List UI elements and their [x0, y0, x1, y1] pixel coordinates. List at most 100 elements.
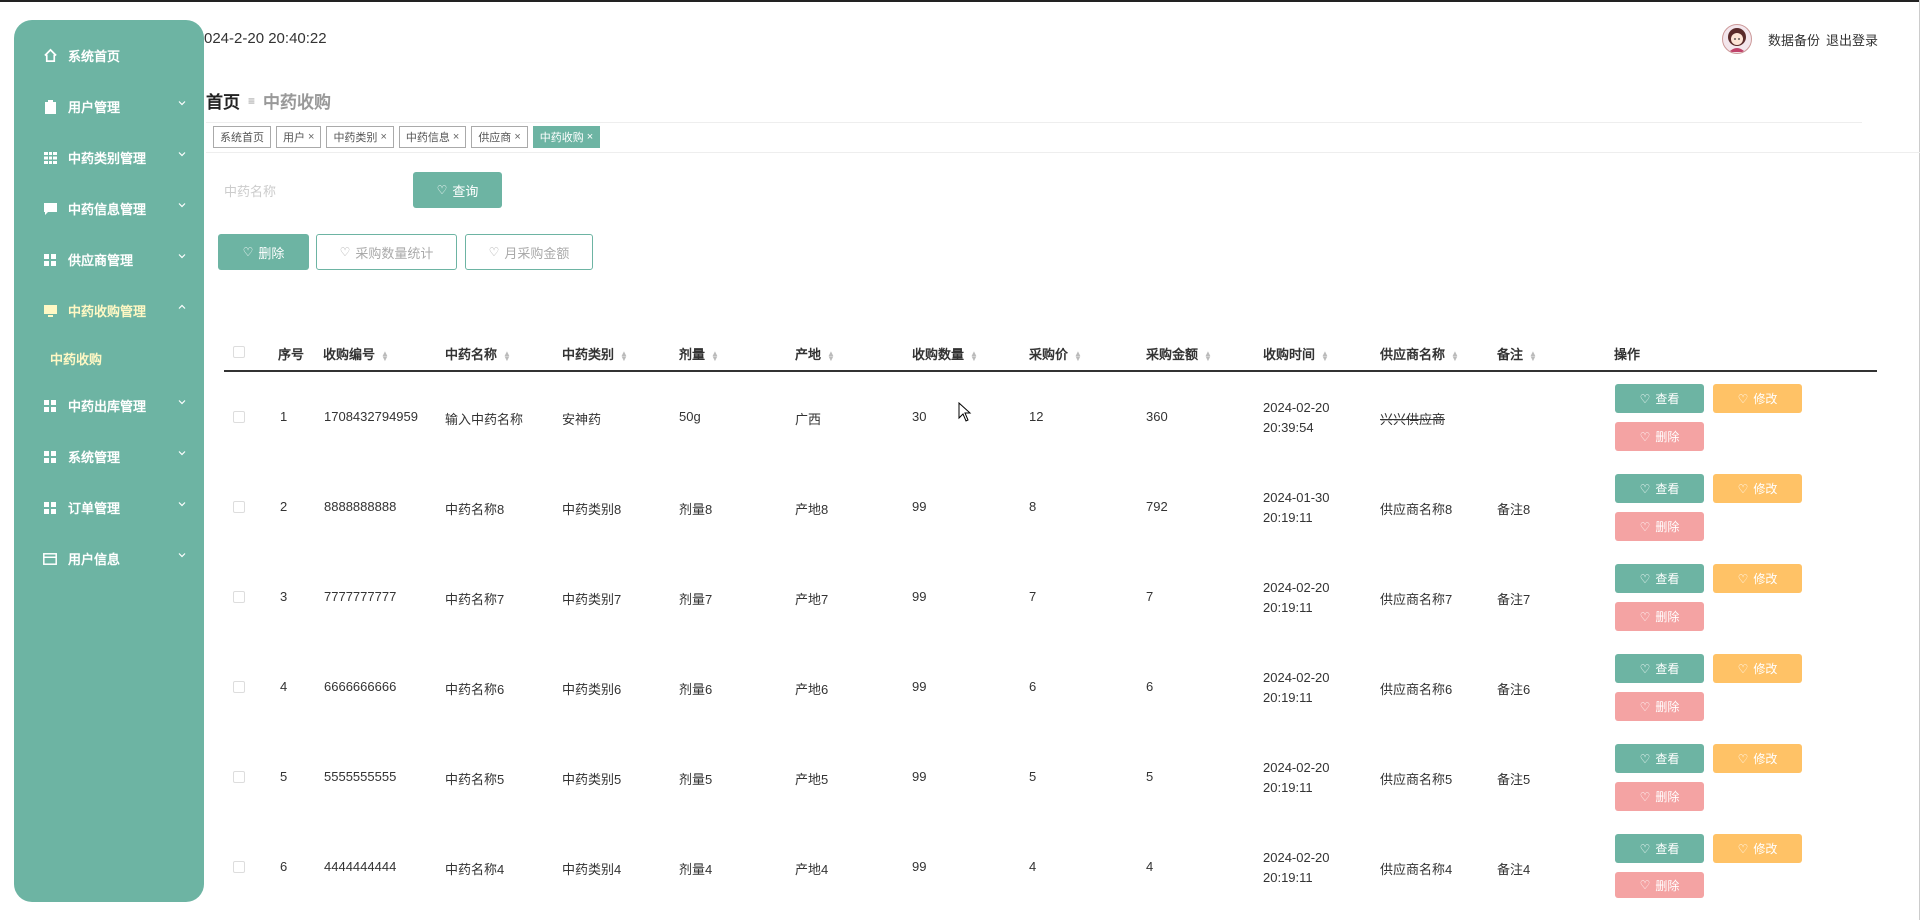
card-icon: [42, 551, 58, 567]
th-type[interactable]: 中药类别 ▲ ▼: [562, 344, 628, 363]
cell-time: 2024-02-20 20:19:11: [1263, 760, 1330, 795]
th-code[interactable]: 收购编号 ▲ ▼: [323, 344, 389, 363]
view-button[interactable]: ♡ 查看: [1615, 654, 1704, 683]
sidebar-item-purchase-management[interactable]: 中药收购管理: [14, 285, 204, 336]
sidebar-item-herb-info-management[interactable]: 中药信息管理: [14, 183, 204, 234]
delete-button[interactable]: ♡ 删除: [1615, 782, 1704, 811]
row-checkbox[interactable]: [233, 681, 245, 693]
sort-icon[interactable]: ▲ ▼: [381, 349, 389, 362]
search-input[interactable]: [216, 174, 406, 208]
th-name[interactable]: 中药名称 ▲ ▼: [445, 344, 511, 363]
cell-origin: 产地5: [795, 772, 829, 787]
sort-icon[interactable]: ▲ ▼: [970, 349, 978, 362]
row-checkbox[interactable]: [233, 771, 245, 783]
select-all-checkbox[interactable]: [233, 346, 245, 358]
cell-type: 中药类别5: [562, 772, 622, 787]
edit-button[interactable]: ♡ 修改: [1713, 474, 1802, 503]
tag-herb-purchase[interactable]: 中药收购 ×: [532, 126, 601, 148]
th-time[interactable]: 收购时间 ▲ ▼: [1263, 344, 1329, 363]
apps-icon: [42, 500, 58, 516]
delete-button[interactable]: ♡ 删除: [1615, 422, 1704, 451]
tag-user[interactable]: 用户 ×: [276, 126, 322, 148]
sidebar-item-system-management[interactable]: 系统管理: [14, 431, 204, 482]
close-icon[interactable]: ×: [453, 131, 459, 143]
sort-icon[interactable]: ▲ ▼: [827, 349, 835, 362]
sort-icon[interactable]: ▲ ▼: [1529, 349, 1537, 362]
cell-no: 5: [280, 769, 288, 784]
heart-icon: ♡: [1639, 429, 1651, 444]
edit-button[interactable]: ♡ 修改: [1713, 654, 1802, 683]
th-supplier[interactable]: 供应商名称 ▲ ▼: [1380, 344, 1459, 363]
view-button[interactable]: ♡ 查看: [1615, 564, 1704, 593]
close-icon[interactable]: ×: [514, 131, 520, 143]
avatar[interactable]: [1721, 24, 1752, 54]
sidebar-item-category-management[interactable]: 中药类别管理: [14, 132, 204, 183]
sort-icon[interactable]: ▲ ▼: [1204, 349, 1212, 362]
th-qty[interactable]: 收购数量 ▲ ▼: [912, 344, 978, 363]
purchase-qty-stat-button[interactable]: ♡ 采购数量统计: [316, 234, 457, 270]
cell-no: 2: [280, 499, 288, 514]
sidebar-item-user-info[interactable]: 用户信息: [14, 533, 204, 584]
row-checkbox[interactable]: [233, 501, 245, 513]
delete-button[interactable]: ♡ 删除: [1615, 872, 1704, 898]
view-button[interactable]: ♡ 查看: [1615, 474, 1704, 503]
sidebar-item-order-management[interactable]: 订单管理: [14, 482, 204, 533]
th-dose[interactable]: 剂量 ▲ ▼: [679, 344, 719, 363]
sidebar-item-supplier-management[interactable]: 供应商管理: [14, 234, 204, 285]
tag-category[interactable]: 中药类别 ×: [326, 126, 394, 148]
delete-button[interactable]: ♡ 删除: [1615, 602, 1704, 631]
cell-origin: 广西: [795, 412, 822, 427]
breadcrumb-current: 中药收购: [263, 93, 332, 112]
monthly-amount-button[interactable]: ♡ 月采购金额: [465, 234, 593, 270]
tag-supplier[interactable]: 供应商 ×: [471, 126, 528, 148]
sort-icon[interactable]: ▲ ▼: [1074, 349, 1082, 362]
close-icon[interactable]: ×: [587, 131, 593, 143]
sidebar-subitem-label: 中药收购: [50, 351, 103, 367]
delete-button[interactable]: ♡ 删除: [1615, 692, 1704, 721]
heart-icon: ♡: [1639, 878, 1651, 892]
sort-icon[interactable]: ▲ ▼: [711, 349, 719, 362]
close-icon[interactable]: ×: [308, 131, 314, 143]
tags-view: 系统首页 用户 × 中药类别 × 中药信息 × 供应商 × 中药收购 ×: [213, 126, 605, 148]
sidebar-item-label: 供应商管理: [68, 253, 134, 268]
sort-icon[interactable]: ▲ ▼: [1321, 349, 1329, 362]
monthly-amount-label: 月采购金额: [504, 245, 570, 261]
view-button[interactable]: ♡ 查看: [1615, 744, 1704, 773]
th-origin[interactable]: 产地 ▲ ▼: [795, 344, 835, 363]
sort-icon[interactable]: ▲ ▼: [503, 349, 511, 362]
breadcrumb-home[interactable]: 首页: [206, 88, 240, 113]
logout-link[interactable]: 退出登录: [1826, 30, 1878, 49]
row-checkbox[interactable]: [233, 591, 245, 603]
sidebar: 系统首页 用户管理 中药类别管理 中药信息管理 供应商管理 中药收购管理 中药收…: [14, 20, 204, 902]
row-checkbox[interactable]: [233, 861, 245, 873]
cell-note: 备注4: [1497, 862, 1531, 877]
sort-icon[interactable]: ▲ ▼: [620, 349, 628, 362]
sidebar-item-user-management[interactable]: 用户管理: [14, 81, 204, 132]
sidebar-item-outbound-management[interactable]: 中药出库管理: [14, 380, 204, 431]
sort-icon[interactable]: ▲ ▼: [1451, 349, 1459, 362]
data-backup-link[interactable]: 数据备份: [1768, 30, 1820, 49]
sidebar-subitem-herb-purchase[interactable]: 中药收购: [14, 336, 204, 380]
tag-label: 系统首页: [220, 132, 264, 144]
cell-code: 6666666666: [324, 679, 397, 694]
delete-button[interactable]: ♡ 删除: [1615, 512, 1704, 541]
edit-button[interactable]: ♡ 修改: [1713, 744, 1802, 773]
edit-button[interactable]: ♡ 修改: [1713, 384, 1802, 413]
tag-label: 供应商: [478, 132, 512, 144]
tag-herb-info[interactable]: 中药信息 ×: [398, 126, 467, 148]
search-button[interactable]: ♡ 查询: [413, 172, 502, 208]
edit-button[interactable]: ♡ 修改: [1713, 834, 1802, 863]
view-button[interactable]: ♡ 查看: [1615, 834, 1704, 863]
chevron-up-icon: [178, 304, 186, 309]
clipboard-icon: [42, 99, 58, 115]
row-checkbox[interactable]: [233, 411, 245, 423]
view-button[interactable]: ♡ 查看: [1615, 384, 1704, 413]
th-amount[interactable]: 采购金额 ▲ ▼: [1146, 344, 1212, 363]
tag-home[interactable]: 系统首页: [213, 126, 271, 148]
edit-button[interactable]: ♡ 修改: [1713, 564, 1802, 593]
th-price[interactable]: 采购价 ▲ ▼: [1029, 344, 1082, 363]
close-icon[interactable]: ×: [380, 131, 386, 143]
th-note[interactable]: 备注 ▲ ▼: [1497, 344, 1537, 363]
batch-delete-button[interactable]: ♡ 删除: [218, 234, 309, 270]
sidebar-item-home[interactable]: 系统首页: [14, 30, 204, 81]
